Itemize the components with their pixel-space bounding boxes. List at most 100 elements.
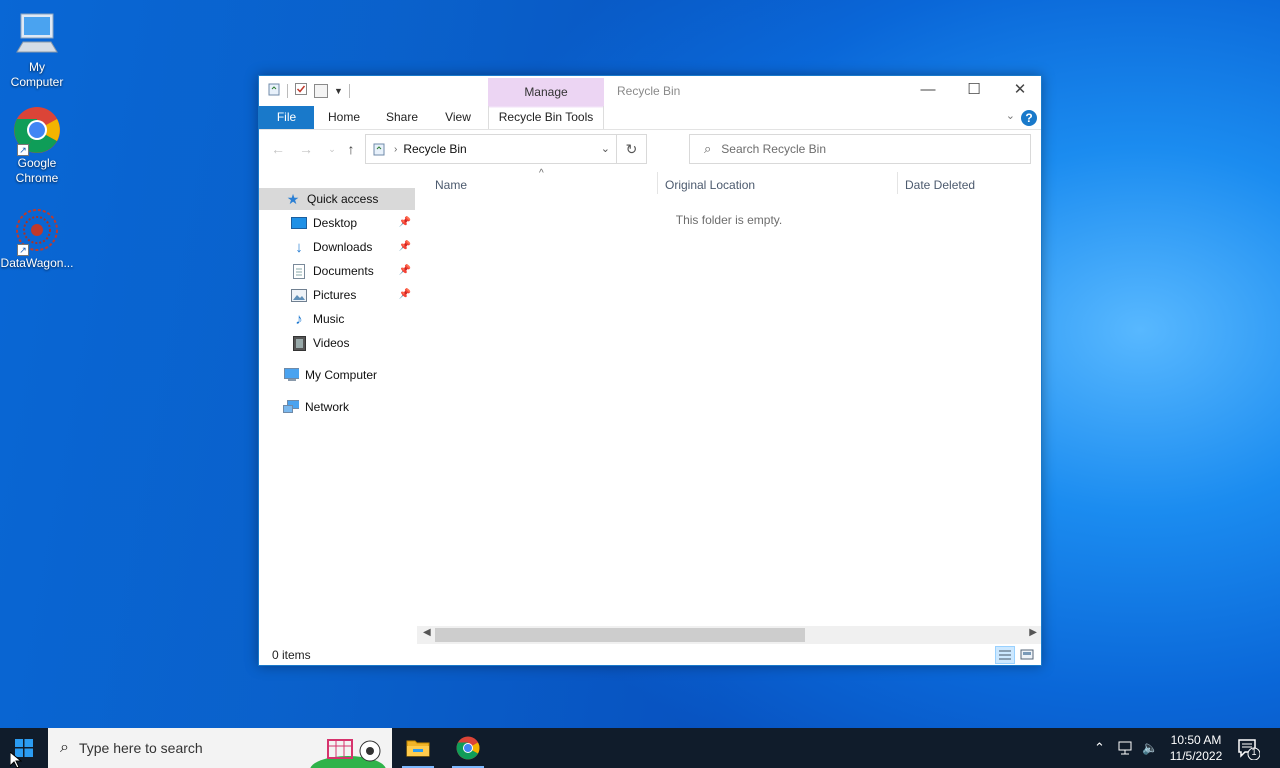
scrollbar-thumb[interactable] xyxy=(435,628,805,642)
refresh-button[interactable]: ↻ xyxy=(616,135,646,163)
column-header-date-deleted[interactable]: Date Deleted xyxy=(905,178,975,192)
nav-item-pictures[interactable]: Pictures 📌 xyxy=(259,284,415,306)
notification-count: 1 xyxy=(1251,747,1257,757)
address-bar[interactable]: › Recycle Bin ⌄ ↻ xyxy=(365,134,647,164)
pin-icon: 📌 xyxy=(398,289,411,300)
scroll-left-icon[interactable]: ◀ xyxy=(423,627,431,638)
chevron-right-icon: › xyxy=(394,143,398,155)
search-placeholder: Search Recycle Bin xyxy=(721,142,826,156)
pin-icon: 📌 xyxy=(398,265,411,276)
column-divider[interactable] xyxy=(657,172,658,194)
desktop-icon-google-chrome[interactable]: ↗ Google Chrome xyxy=(0,106,74,186)
nav-item-label: Network xyxy=(305,400,350,414)
clock-date: 11/5/2022 xyxy=(1169,749,1223,763)
maximize-button[interactable]: ☐ xyxy=(951,76,997,106)
nav-item-label: Music xyxy=(313,312,345,326)
desktop-icon-datawagon[interactable]: ↗ DataWagon... xyxy=(0,206,74,271)
tab-file[interactable]: File xyxy=(259,106,314,129)
desktop-icon-label: My Computer xyxy=(10,60,64,89)
nav-item-network[interactable]: Network xyxy=(259,396,415,418)
scroll-right-icon[interactable]: ▶ xyxy=(1029,627,1037,638)
toolbar-separator xyxy=(348,83,350,98)
manage-context-tab[interactable]: Manage xyxy=(488,78,604,106)
nav-quick-access[interactable]: ★ Quick access xyxy=(259,188,415,210)
start-button[interactable] xyxy=(0,728,48,768)
show-hidden-icons[interactable]: ⌃ xyxy=(1094,728,1105,768)
network-icon xyxy=(283,399,299,415)
chrome-icon xyxy=(456,736,480,760)
pictures-icon xyxy=(291,287,307,303)
explorer-window: ▼ Manage Recycle Bin — ☐ ✕ File Home Sha… xyxy=(258,75,1042,666)
nav-item-label: Videos xyxy=(313,336,350,350)
speaker-icon: 🔈 xyxy=(1142,740,1159,755)
details-view-button[interactable] xyxy=(995,646,1015,664)
search-icon: ⌕ xyxy=(704,141,712,156)
nav-item-documents[interactable]: Documents 📌 xyxy=(259,260,415,282)
toolbar-separator xyxy=(287,83,288,98)
recycle-bin-icon xyxy=(372,142,386,156)
clock-time: 10:50 AM xyxy=(1170,733,1222,747)
nav-item-videos[interactable]: Videos xyxy=(259,332,415,354)
desktop-icon-my-computer[interactable]: My Computer xyxy=(0,10,74,90)
column-header-name[interactable]: Name xyxy=(435,178,467,192)
new-folder-icon[interactable] xyxy=(314,83,328,98)
volume-control[interactable]: 🔈 xyxy=(1142,728,1158,768)
network-status[interactable] xyxy=(1118,728,1136,768)
close-button[interactable]: ✕ xyxy=(997,76,1043,106)
tab-view[interactable]: View xyxy=(433,106,483,129)
column-divider[interactable] xyxy=(897,172,898,194)
nav-item-music[interactable]: ♪ Music xyxy=(259,308,415,330)
item-count: 0 items xyxy=(272,648,311,662)
back-button[interactable]: ← xyxy=(269,140,287,158)
desktop-folder-icon xyxy=(291,215,307,231)
nav-item-label: Quick access xyxy=(307,192,379,206)
tab-home[interactable]: Home xyxy=(319,106,369,129)
taskbar-search[interactable]: ⌕ Type here to search xyxy=(48,728,392,768)
address-dropdown-icon[interactable]: ⌄ xyxy=(601,142,610,155)
pin-icon: 📌 xyxy=(398,217,411,228)
search-box[interactable]: ⌕ Search Recycle Bin xyxy=(689,134,1031,164)
column-header-original-location[interactable]: Original Location xyxy=(665,178,755,192)
document-icon xyxy=(291,263,307,279)
nav-item-label: Desktop xyxy=(313,216,358,230)
large-icons-view-icon xyxy=(1020,649,1034,660)
taskbar: ⌕ Type here to search ⌃ 🔈 10:50 AM 11/5/… xyxy=(0,728,1280,768)
large-icons-view-button[interactable] xyxy=(1017,646,1037,664)
forward-button[interactable]: → xyxy=(297,140,315,158)
up-button[interactable]: ↑ xyxy=(342,140,360,158)
nav-item-my-computer[interactable]: My Computer xyxy=(259,364,415,386)
pin-icon: 📌 xyxy=(398,241,411,252)
action-center-button[interactable]: 1 xyxy=(1236,736,1261,761)
file-list[interactable]: ^ Name Original Location Date Deleted Th… xyxy=(417,168,1041,630)
title-bar[interactable]: ▼ Manage Recycle Bin — ☐ ✕ xyxy=(259,76,1041,106)
desktop-icon-label: DataWagon... xyxy=(0,256,74,270)
computer-icon xyxy=(13,10,61,58)
download-arrow-icon: ↓ xyxy=(295,238,303,256)
tab-recycle-bin-tools[interactable]: Recycle Bin Tools xyxy=(488,106,604,129)
shortcut-arrow-icon: ↗ xyxy=(17,144,29,156)
nav-item-desktop[interactable]: Desktop 📌 xyxy=(259,212,415,234)
properties-icon[interactable] xyxy=(294,82,308,99)
taskbar-file-explorer[interactable] xyxy=(394,728,442,768)
help-icon[interactable]: ? xyxy=(1021,110,1037,126)
network-tray-icon xyxy=(1118,741,1132,755)
taskbar-google-chrome[interactable] xyxy=(444,728,492,768)
recent-locations-button[interactable]: ⌄ xyxy=(323,140,341,158)
folder-icon xyxy=(406,740,430,757)
nav-item-downloads[interactable]: ↓ Downloads 📌 xyxy=(259,236,415,258)
system-clock[interactable]: 10:50 AM 11/5/2022 xyxy=(1162,732,1230,764)
navigation-pane: ★ Quick access Desktop 📌 ↓ Downloads 📌 D… xyxy=(259,186,417,626)
status-bar: 0 items xyxy=(259,644,1041,666)
chrome-icon: ↗ xyxy=(13,106,61,156)
horizontal-scrollbar[interactable]: ◀ ▶ xyxy=(417,626,1041,644)
details-view-icon xyxy=(999,650,1011,660)
search-highlight-icon xyxy=(310,734,388,768)
tab-share[interactable]: Share xyxy=(377,106,427,129)
nav-item-label: My Computer xyxy=(305,368,378,382)
navigation-bar: ← → ⌄ ↑ › Recycle Bin ⌄ ↻ ⌕ Search Recyc… xyxy=(259,134,1041,164)
customize-toolbar-icon[interactable]: ▼ xyxy=(334,86,343,96)
expand-ribbon-icon[interactable]: ⌄ xyxy=(1006,109,1015,122)
breadcrumb-recycle-bin[interactable]: Recycle Bin xyxy=(403,142,466,156)
nav-item-label: Pictures xyxy=(313,288,357,302)
minimize-button[interactable]: — xyxy=(905,76,951,106)
